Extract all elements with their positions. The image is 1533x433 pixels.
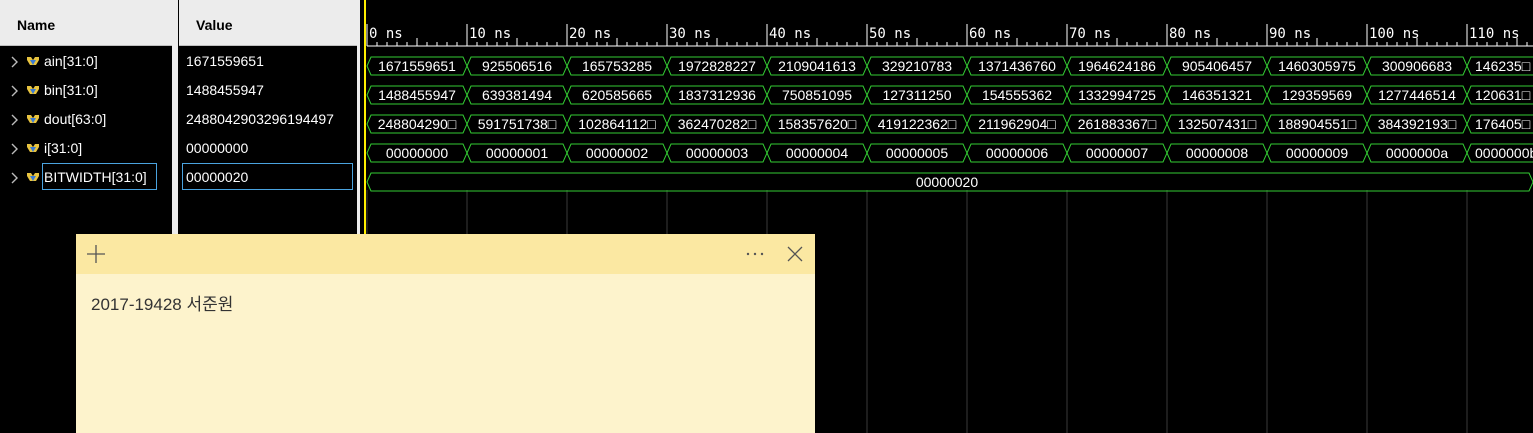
wave-value-label: 1332994725	[1078, 87, 1156, 103]
wave-value-label: 1277446514	[1378, 87, 1456, 103]
wave-value-label: 620585665	[582, 87, 652, 103]
tick-label: 80 ns	[1169, 26, 1211, 42]
tick-label: 30 ns	[669, 26, 711, 42]
value-column-header[interactable]: Value	[179, 0, 357, 46]
name-column-header[interactable]: Name	[0, 0, 172, 46]
wave-value-label: 00000003	[686, 145, 749, 161]
chevron-right-icon[interactable]	[9, 83, 21, 99]
tick-label: 60 ns	[969, 26, 1011, 42]
signal-name: dout[63:0]	[44, 111, 107, 127]
wave-value-label: 102864112□	[578, 116, 656, 132]
wave-value-label: 00000008	[1186, 145, 1249, 161]
bus-signal-icon	[27, 173, 39, 181]
signal-value: 1671559651	[186, 53, 264, 69]
close-icon[interactable]	[783, 242, 807, 266]
tick-label: 10 ns	[469, 26, 511, 42]
wave-value-label: 176405□	[1475, 116, 1531, 132]
wave-value-label: 905406457	[1182, 58, 1252, 74]
chevron-right-icon[interactable]	[9, 54, 21, 70]
wave-value-label: 362470282□	[678, 116, 757, 132]
add-note-icon[interactable]	[84, 242, 108, 266]
wave-value-label: 146351321	[1182, 87, 1252, 103]
wave-value-label: 00000000	[386, 145, 449, 161]
wave-value-label: 1371436760	[978, 58, 1056, 74]
tick-label: 50 ns	[869, 26, 911, 42]
wave-value-label: 120631□	[1475, 87, 1531, 103]
signal-name: ain[31:0]	[44, 53, 98, 69]
bus-signal-icon	[27, 57, 39, 65]
bus-signal-icon	[27, 115, 39, 123]
signal-name: i[31:0]	[44, 140, 83, 156]
signal-row-bin[interactable]: bin[31:0] 1488455947	[0, 79, 360, 108]
tick-label: 70 ns	[1069, 26, 1111, 42]
wave-value-label: 925506516	[482, 58, 552, 74]
wave-value-label: 248804290□	[378, 116, 457, 132]
wave-value-label: 1837312936	[678, 87, 756, 103]
wave-value-label: 639381494	[482, 87, 552, 103]
wave-value-label: 419122362□	[878, 116, 957, 132]
wave-value-label: 00000020	[916, 174, 979, 190]
wave-value-label: 2109041613	[778, 58, 856, 74]
tick-label: 100 ns	[1369, 26, 1420, 42]
signal-value: 2488042903296194497	[186, 111, 334, 127]
signal-row-dout[interactable]: dout[63:0] 2488042903296194497	[0, 108, 360, 137]
bus-signal-icon	[27, 144, 39, 152]
signal-row-ain[interactable]: ain[31:0] 1671559651	[0, 50, 360, 79]
chevron-right-icon[interactable]	[9, 112, 21, 128]
wave-value-label: 1460305975	[1278, 58, 1356, 74]
wave-value-label: 750851095	[782, 87, 852, 103]
wave-value-label: 00000001	[486, 145, 549, 161]
wave-value-label: 00000009	[1286, 145, 1349, 161]
wave-value-label: 384392193□	[1378, 116, 1457, 132]
selected-name-outline	[42, 163, 157, 190]
wave-value-label: 00000005	[886, 145, 949, 161]
wave-value-label: 211962904□	[978, 116, 1056, 132]
wave-value-label: 329210783	[882, 58, 952, 74]
more-options-icon[interactable]	[743, 242, 767, 266]
signal-name: bin[31:0]	[44, 82, 98, 98]
wave-value-label: 00000002	[586, 145, 649, 161]
wave-value-label: 1972828227	[678, 58, 756, 74]
tick-label: 40 ns	[769, 26, 811, 42]
wave-value-label: 0000000b	[1475, 145, 1533, 161]
wave-value-label: 146235□	[1475, 58, 1531, 74]
wave-value-label: 154555362	[982, 87, 1052, 103]
tick-label: 0 ns	[369, 26, 403, 42]
wave-value-label: 0000000a	[1386, 145, 1449, 161]
sticky-note-titlebar[interactable]	[76, 234, 815, 274]
signal-row-i[interactable]: i[31:0] 00000000	[0, 137, 360, 166]
wave-value-label: 00000004	[786, 145, 849, 161]
sticky-note-text[interactable]: 2017-19428 서준원	[91, 290, 233, 315]
signal-value: 00000000	[186, 140, 249, 156]
wave-value-label: 129359569	[1282, 87, 1352, 103]
tick-label: 90 ns	[1269, 26, 1311, 42]
wave-value-label: 00000007	[1086, 145, 1149, 161]
tick-label: 110 ns	[1469, 26, 1520, 42]
wave-value-label: 158357620□	[778, 116, 857, 132]
chevron-right-icon[interactable]	[9, 141, 21, 157]
wave-value-label: 261883367□	[1078, 116, 1157, 132]
selected-value-outline	[182, 163, 353, 190]
wave-value-label: 1488455947	[378, 87, 456, 103]
wave-value-label: 1671559651	[378, 58, 456, 74]
wave-value-label: 1964624186	[1078, 58, 1156, 74]
wave-value-label: 127311250	[882, 87, 951, 103]
wave-value-label: 132507431□	[1178, 116, 1257, 132]
wave-value-label: 188904551□	[1278, 116, 1357, 132]
wave-value-label: 300906683	[1382, 58, 1452, 74]
wave-value-label: 591751738□	[478, 116, 557, 132]
bus-signal-icon	[27, 86, 39, 94]
wave-value-label: 00000006	[986, 145, 1049, 161]
signal-value: 1488455947	[186, 82, 264, 98]
tick-label: 20 ns	[569, 26, 611, 42]
wave-value-label: 165753285	[582, 58, 652, 74]
sticky-note[interactable]: 2017-19428 서준원	[76, 234, 815, 433]
chevron-right-icon[interactable]	[9, 170, 21, 186]
